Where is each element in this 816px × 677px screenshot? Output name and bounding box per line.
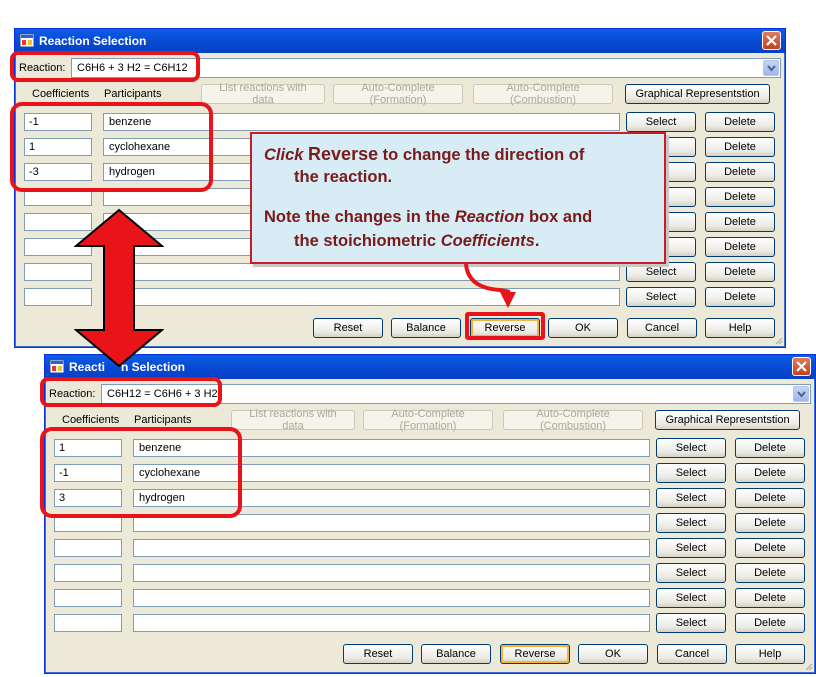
callout-click: Click xyxy=(264,146,304,164)
callout-line4-a: the stoichiometric xyxy=(294,232,441,250)
delete-button[interactable]: Delete xyxy=(735,438,805,458)
balance-button[interactable]: Balance xyxy=(421,644,491,664)
instruction-callout: Click Reverse to change the direction of… xyxy=(250,132,666,264)
highlight-bottom-coefficients xyxy=(40,427,242,518)
delete-button[interactable]: Delete xyxy=(705,262,775,282)
delete-button[interactable]: Delete xyxy=(735,488,805,508)
select-button[interactable]: Select xyxy=(656,563,726,583)
delete-button[interactable]: Delete xyxy=(735,538,805,558)
reverse-button[interactable]: Reverse xyxy=(500,644,570,664)
delete-button[interactable]: Delete xyxy=(705,162,775,182)
select-button[interactable]: Select xyxy=(656,438,726,458)
app-icon xyxy=(20,34,34,47)
cancel-button[interactable]: Cancel xyxy=(657,644,727,664)
select-button[interactable]: Select xyxy=(656,588,726,608)
close-icon xyxy=(796,361,807,372)
ok-button[interactable]: OK xyxy=(548,318,618,338)
callout-line1: Click Reverse to change the direction of xyxy=(264,144,584,165)
top-titlebar[interactable]: Reaction Selection xyxy=(15,29,785,53)
delete-button[interactable]: Delete xyxy=(735,588,805,608)
app-icon xyxy=(50,360,64,373)
reset-button[interactable]: Reset xyxy=(343,644,413,664)
participant-input[interactable] xyxy=(133,564,650,582)
participants-header: Participants xyxy=(134,414,192,426)
callout-line2: the reaction. xyxy=(294,168,393,186)
delete-button[interactable]: Delete xyxy=(705,212,775,232)
callout-line3-a: Note the changes in the xyxy=(264,208,455,226)
cancel-button[interactable]: Cancel xyxy=(627,318,697,338)
close-button[interactable] xyxy=(792,357,811,376)
highlight-bottom-reaction xyxy=(40,377,222,407)
coefficient-input[interactable] xyxy=(54,589,122,607)
help-button[interactable]: Help xyxy=(705,318,775,338)
resize-grip-icon[interactable] xyxy=(803,661,813,671)
chevron-down-icon xyxy=(797,391,806,398)
window-title: Reaction Selection xyxy=(39,34,147,48)
coefficient-input[interactable] xyxy=(54,539,122,557)
select-button[interactable]: Select xyxy=(656,463,726,483)
highlight-top-coefficients xyxy=(10,102,213,192)
participant-input[interactable] xyxy=(103,263,620,281)
resize-grip-icon[interactable] xyxy=(773,335,783,345)
coefficients-header: Coefficients xyxy=(62,414,120,426)
reset-button[interactable]: Reset xyxy=(313,318,383,338)
delete-button[interactable]: Delete xyxy=(705,187,775,207)
callout-line3: Note the changes in the Reaction box and xyxy=(264,208,592,227)
delete-button[interactable]: Delete xyxy=(735,513,805,533)
participants-header: Participants xyxy=(104,88,162,100)
delete-button[interactable]: Delete xyxy=(705,137,775,157)
close-icon xyxy=(766,35,777,46)
graphical-representation-button[interactable]: Graphical Representstion xyxy=(625,84,770,104)
list-reactions-button[interactable]: List reactions with data xyxy=(201,82,325,106)
auto-complete-formation-button[interactable]: Auto-Complete (Formation) xyxy=(363,408,493,432)
delete-button[interactable]: Delete xyxy=(735,613,805,633)
highlight-top-reverse xyxy=(465,312,545,340)
select-button[interactable]: Select xyxy=(656,488,726,508)
double-arrow-icon xyxy=(74,208,164,368)
participant-input[interactable] xyxy=(133,539,650,557)
delete-button[interactable]: Delete xyxy=(735,563,805,583)
list-reactions-button[interactable]: List reactions with data xyxy=(231,408,355,432)
delete-button[interactable]: Delete xyxy=(705,112,775,132)
callout-line3-b: Reaction xyxy=(454,208,525,226)
auto-complete-formation-button[interactable]: Auto-Complete (Formation) xyxy=(333,82,463,106)
curved-arrow-icon xyxy=(464,263,516,308)
select-button[interactable]: Select xyxy=(656,538,726,558)
participant-input[interactable] xyxy=(133,614,650,632)
callout-line3-c: box and xyxy=(524,208,593,226)
select-button[interactable]: Select xyxy=(626,287,696,307)
delete-button[interactable]: Delete xyxy=(705,287,775,307)
participant-input[interactable] xyxy=(103,288,620,306)
select-button[interactable]: Select xyxy=(626,112,696,132)
graphical-representation-button[interactable]: Graphical Representstion xyxy=(655,410,800,430)
coefficient-input[interactable] xyxy=(54,564,122,582)
coefficient-input[interactable] xyxy=(54,614,122,632)
select-button[interactable]: Select xyxy=(626,262,696,282)
delete-button[interactable]: Delete xyxy=(705,237,775,257)
coefficients-header: Coefficients xyxy=(32,88,90,100)
callout-line1-rest: to change the direction of xyxy=(378,146,585,164)
reaction-dropdown-button[interactable] xyxy=(793,386,809,402)
ok-button[interactable]: OK xyxy=(578,644,648,664)
auto-complete-combustion-button[interactable]: Auto-Complete (Combustion) xyxy=(473,82,613,106)
participant-input[interactable] xyxy=(133,589,650,607)
callout-reverse: Reverse xyxy=(308,144,379,164)
auto-complete-combustion-button[interactable]: Auto-Complete (Combustion) xyxy=(503,408,643,432)
callout-line4: the stoichiometric Coefficients. xyxy=(294,232,539,251)
callout-line4-b: Coefficients xyxy=(440,232,535,250)
close-button[interactable] xyxy=(762,31,781,50)
help-button[interactable]: Help xyxy=(735,644,805,664)
select-button[interactable]: Select xyxy=(656,613,726,633)
highlight-top-reaction xyxy=(10,51,200,82)
delete-button[interactable]: Delete xyxy=(735,463,805,483)
reaction-dropdown-button[interactable] xyxy=(763,60,779,76)
chevron-down-icon xyxy=(767,65,776,72)
select-button[interactable]: Select xyxy=(656,513,726,533)
callout-line4-c: . xyxy=(534,232,540,250)
balance-button[interactable]: Balance xyxy=(391,318,461,338)
